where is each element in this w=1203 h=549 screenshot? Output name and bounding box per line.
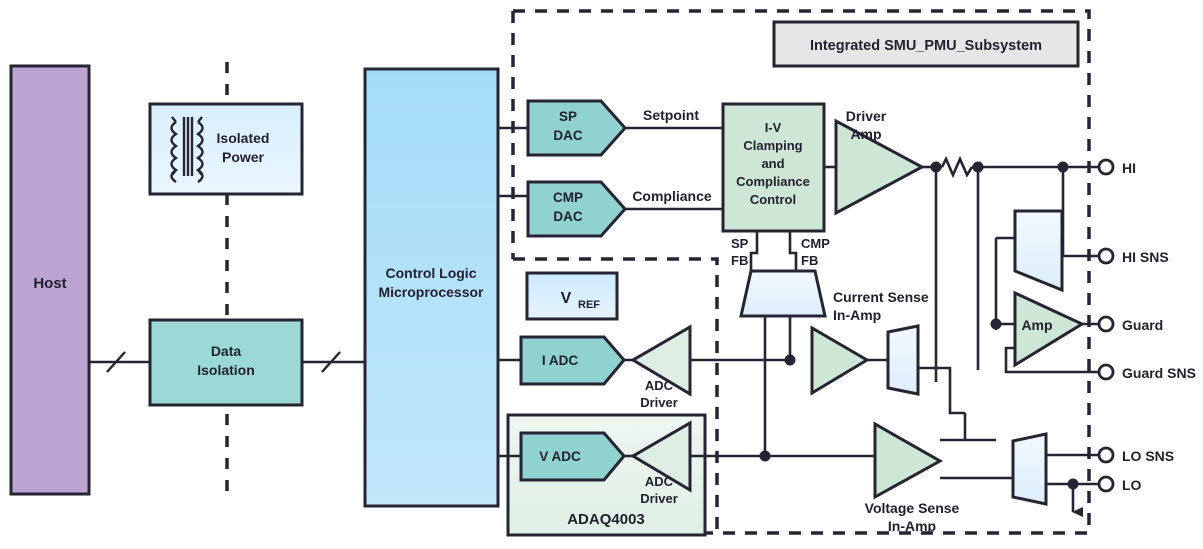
current-sense-output-buffer[interactable] bbox=[886, 324, 920, 396]
terminal-lo-label: LO bbox=[1122, 477, 1142, 493]
terminal-guard-sns-circle[interactable] bbox=[1097, 363, 1115, 381]
block-diagram-svg: Host Isolated Power Data Isolation Contr… bbox=[0, 0, 1203, 549]
data-isolation-label-line1: Data bbox=[211, 343, 242, 359]
sp-fb-label-line1: SP bbox=[731, 236, 749, 251]
current-sense-in-amp-buffer[interactable] bbox=[739, 269, 827, 318]
iv-clamp-label-line3: and bbox=[761, 156, 784, 171]
voltage-sense-label-line1: Voltage Sense bbox=[865, 500, 960, 516]
terminal-lo-sns-label: LO SNS bbox=[1122, 448, 1174, 464]
terminal-hi-label: HI bbox=[1122, 160, 1136, 176]
cmp-dac-label-line1: CMP bbox=[553, 190, 583, 205]
i-adc-label: I ADC bbox=[542, 353, 578, 368]
isolated-power-label-line1: Isolated bbox=[217, 130, 270, 146]
diagram-canvas: Host Isolated Power Data Isolation Contr… bbox=[0, 0, 1203, 549]
adc-driver-v-label-line1: ADC bbox=[645, 474, 674, 489]
sp-fb-label-line2: FB bbox=[731, 253, 748, 268]
guard-amp-label: Amp bbox=[1021, 317, 1052, 333]
adc-driver-i-label-line1: ADC bbox=[645, 378, 674, 393]
terminal-guard-label: Guard bbox=[1122, 317, 1163, 333]
terminal-hi-sns-label: HI SNS bbox=[1122, 249, 1169, 265]
terminal-hi-circle[interactable] bbox=[1097, 158, 1115, 176]
control-logic-label-line2: Microprocessor bbox=[378, 284, 484, 300]
host-label: Host bbox=[33, 275, 66, 292]
setpoint-label: Setpoint bbox=[643, 107, 699, 123]
iv-clamp-label-line5: Control bbox=[750, 192, 796, 207]
sp-dac-label-line1: SP bbox=[559, 109, 577, 124]
iv-clamp-label-line1: I-V bbox=[765, 120, 782, 135]
terminal-lo-circle[interactable] bbox=[1097, 475, 1115, 493]
control-logic-label-line1: Control Logic bbox=[386, 265, 477, 281]
cmp-fb-label-line1: CMP bbox=[801, 236, 830, 251]
isolated-power-label-line2: Power bbox=[222, 149, 265, 165]
subsystem-title-label: Integrated SMU_PMU_Subsystem bbox=[810, 38, 1042, 54]
terminal-lo-sns-circle[interactable] bbox=[1097, 446, 1115, 464]
cmp-fb-label-line2: FB bbox=[801, 253, 818, 268]
iv-clamp-label-line4: Compliance bbox=[736, 174, 810, 189]
driver-amp-label-line2: Amp bbox=[850, 126, 881, 142]
junction-dot-guard-in bbox=[990, 318, 1002, 330]
cmp-dac-label-line2: DAC bbox=[553, 209, 582, 224]
terminal-guard-sns-label: Guard SNS bbox=[1122, 365, 1196, 381]
adaq4003-label: ADAQ4003 bbox=[567, 511, 645, 528]
compliance-label: Compliance bbox=[632, 188, 712, 204]
data-isolation-label-line2: Isolation bbox=[197, 362, 255, 378]
current-sense-label-line1: Current Sense bbox=[833, 289, 929, 305]
vref-block[interactable] bbox=[525, 271, 619, 321]
vref-label-sub: REF bbox=[578, 299, 600, 311]
v-adc-label: V ADC bbox=[539, 449, 581, 464]
current-sense-label-line2: In-Amp bbox=[833, 307, 881, 323]
junction-dot-voltage-sense-bus bbox=[759, 450, 771, 462]
adc-driver-i-label-line2: Driver bbox=[640, 395, 678, 410]
iv-clamp-label-line2: Clamping bbox=[743, 138, 802, 153]
junction-dot-current-sense bbox=[784, 354, 796, 366]
terminal-guard-circle[interactable] bbox=[1097, 315, 1115, 333]
lo-sns-buffer[interactable] bbox=[1011, 432, 1048, 506]
wire-hi-node-to-buffer-in bbox=[1061, 167, 1065, 258]
voltage-sense-label-line2: In-Amp bbox=[888, 518, 936, 534]
vref-label-main: V bbox=[561, 290, 572, 307]
sp-dac-label-line2: DAC bbox=[553, 128, 582, 143]
terminal-hi-sns-circle[interactable] bbox=[1097, 247, 1115, 265]
driver-amp-label-line1: Driver bbox=[846, 108, 887, 124]
adc-driver-v-label-line2: Driver bbox=[640, 491, 678, 506]
